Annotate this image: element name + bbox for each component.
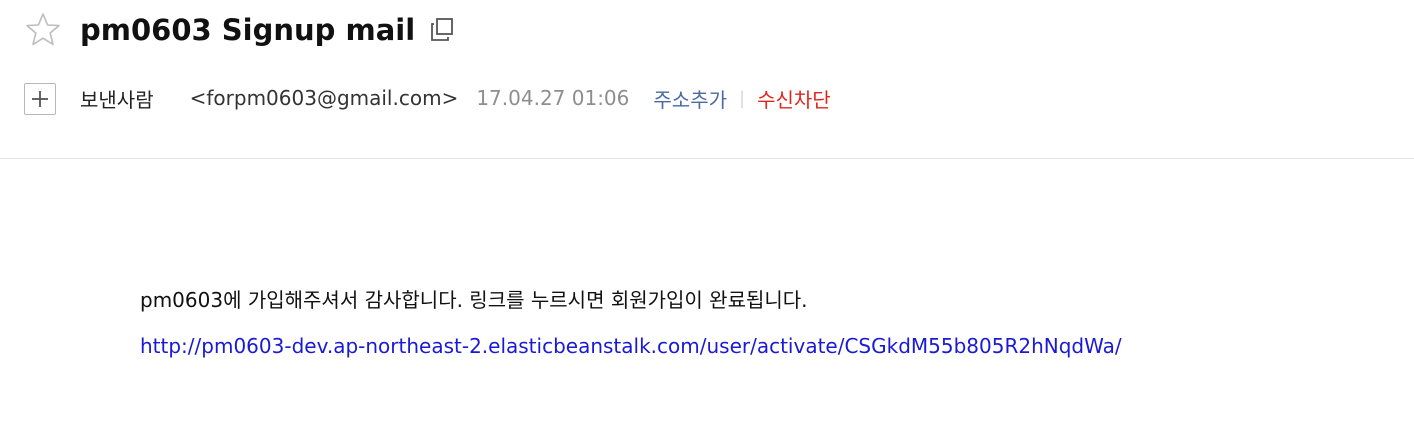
expand-sender-button[interactable] xyxy=(24,83,56,115)
copy-icon[interactable] xyxy=(428,16,456,44)
mail-body-message: pm0603에 가입해주셔서 감사합니다. 링크를 누르시면 회원가입이 완료됩… xyxy=(140,288,808,312)
activation-link[interactable]: http://pm0603-dev.ap-northeast-2.elastic… xyxy=(140,329,1122,363)
plus-icon xyxy=(32,91,48,107)
mail-subject: pm0603 Signup mail xyxy=(80,13,416,47)
sender-info: 보낸사람 <forpm0603@gmail.com> 17.04.27 01:0… xyxy=(80,78,831,118)
sender-email[interactable]: <forpm0603@gmail.com> xyxy=(190,86,459,110)
block-sender-link[interactable]: 수신차단 xyxy=(757,84,831,113)
header-divider xyxy=(0,158,1414,159)
star-icon[interactable] xyxy=(24,11,62,49)
add-contact-link[interactable]: 주소추가 xyxy=(653,84,727,113)
separator: | xyxy=(739,87,746,109)
sent-date: 17.04.27 01:06 xyxy=(476,86,630,110)
sender-label: 보낸사람 xyxy=(80,87,154,112)
